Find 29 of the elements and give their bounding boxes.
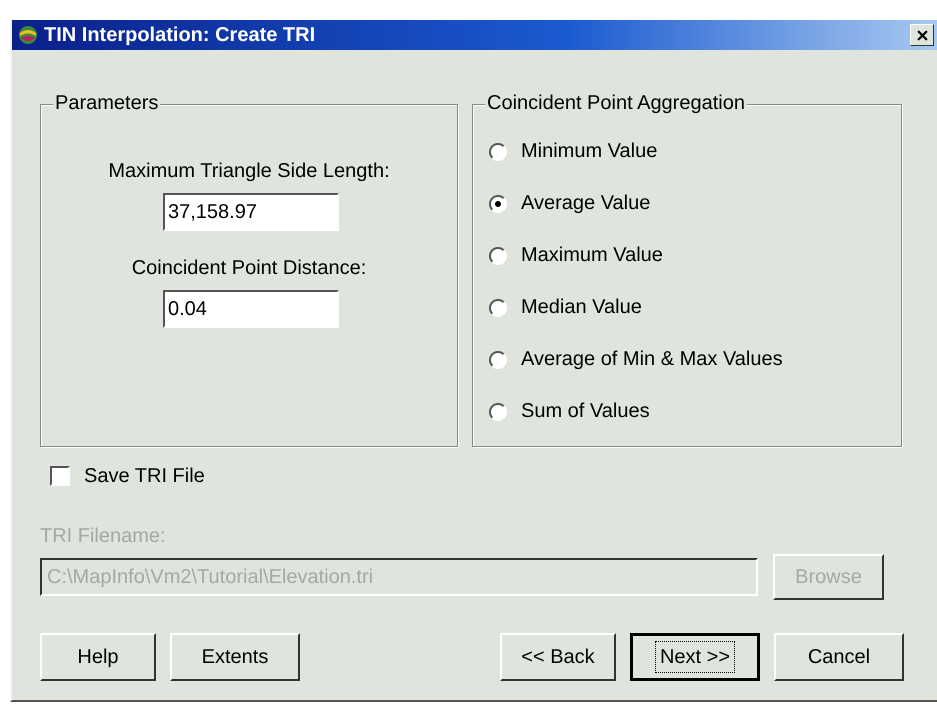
globe-icon xyxy=(18,25,38,45)
window-title: TIN Interpolation: Create TRI xyxy=(44,24,316,46)
input-field[interactable]: 0.04 xyxy=(162,290,339,328)
radio-button[interactable] xyxy=(489,194,507,212)
radio-label: Average Value xyxy=(521,192,650,215)
checkbox-label: Save TRI File xyxy=(84,464,205,488)
input-field[interactable]: 37,158.97 xyxy=(163,193,339,231)
radio-label: Average of Min & Max Values xyxy=(521,348,783,371)
dialog-button[interactable]: Extents xyxy=(170,633,300,681)
close-button[interactable] xyxy=(910,24,934,46)
radio-label: Median Value xyxy=(521,296,642,319)
radio-label: Minimum Value xyxy=(521,140,658,163)
group-title: Coincident Point Aggregation xyxy=(485,92,747,115)
field-label: Coincident Point Distance: xyxy=(132,257,366,280)
radio-button[interactable] xyxy=(489,402,507,420)
radio-button[interactable] xyxy=(489,350,507,368)
dialog-button[interactable]: Help xyxy=(40,633,156,681)
radio-label: Sum of Values xyxy=(521,400,650,423)
dialog-button[interactable]: << Back xyxy=(500,633,616,681)
field-label: TRI Filename: xyxy=(40,525,167,548)
dialog-button[interactable]: Next >> xyxy=(630,633,760,681)
radio-label: Maximum Value xyxy=(521,244,663,267)
close-icon xyxy=(916,30,928,40)
radio-button[interactable] xyxy=(489,142,507,160)
checkbox[interactable] xyxy=(50,466,70,486)
radio-button[interactable] xyxy=(489,246,507,264)
field-label: Maximum Triangle Side Length: xyxy=(108,160,390,183)
radio-button[interactable] xyxy=(489,298,507,316)
dialog-button[interactable]: Cancel xyxy=(774,633,904,681)
